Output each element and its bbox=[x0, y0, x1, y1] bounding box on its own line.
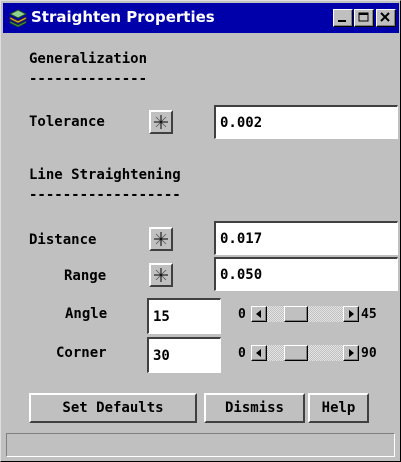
set-defaults-button[interactable]: Set Defaults bbox=[29, 393, 197, 423]
title-bar[interactable]: Straighten Properties bbox=[3, 3, 399, 33]
angle-field[interactable] bbox=[147, 298, 221, 334]
angle-slider-thumb[interactable] bbox=[284, 306, 308, 322]
crosshair-icon bbox=[154, 115, 168, 129]
maximize-icon bbox=[358, 12, 369, 22]
corner-slider-track[interactable] bbox=[267, 345, 343, 361]
corner-min-label: 0 bbox=[238, 346, 246, 361]
status-bar bbox=[6, 433, 395, 457]
distance-field[interactable] bbox=[214, 221, 398, 255]
straighten-properties-window: Straighten Properties Generalization ---… bbox=[0, 0, 401, 462]
range-field[interactable] bbox=[214, 257, 398, 291]
range-label: Range bbox=[64, 268, 107, 284]
corner-increase-button[interactable] bbox=[343, 345, 359, 361]
angle-min-label: 0 bbox=[238, 307, 246, 322]
corner-label: Corner bbox=[56, 345, 107, 361]
angle-decrease-button[interactable] bbox=[251, 306, 267, 322]
minimize-button[interactable] bbox=[333, 9, 353, 27]
angle-increase-button[interactable] bbox=[343, 306, 359, 322]
close-button[interactable] bbox=[376, 9, 396, 27]
corner-decrease-button[interactable] bbox=[251, 345, 267, 361]
angle-slider-track[interactable] bbox=[267, 306, 343, 322]
minimize-icon bbox=[338, 20, 346, 22]
right-arrow-icon bbox=[349, 310, 354, 318]
distance-label: Distance bbox=[29, 232, 97, 248]
generalization-divider: -------------- bbox=[29, 71, 148, 87]
tolerance-field[interactable] bbox=[214, 105, 398, 139]
generalization-heading: Generalization bbox=[29, 51, 148, 67]
window-title: Straighten Properties bbox=[31, 8, 215, 26]
stacked-layers-icon bbox=[8, 9, 28, 28]
angle-max-label: 45 bbox=[361, 307, 377, 322]
left-arrow-icon bbox=[256, 349, 261, 357]
range-pick-button[interactable] bbox=[149, 263, 173, 287]
distance-pick-button[interactable] bbox=[149, 227, 173, 251]
left-arrow-icon bbox=[256, 310, 261, 318]
corner-field[interactable] bbox=[147, 337, 221, 373]
close-icon bbox=[380, 12, 390, 22]
crosshair-icon bbox=[154, 232, 168, 246]
corner-slider-thumb[interactable] bbox=[284, 345, 308, 361]
crosshair-icon bbox=[154, 268, 168, 282]
tolerance-pick-button[interactable] bbox=[149, 110, 173, 134]
dismiss-button[interactable]: Dismiss bbox=[204, 393, 305, 423]
angle-label: Angle bbox=[65, 306, 108, 322]
right-arrow-icon bbox=[349, 349, 354, 357]
line-straightening-heading: Line Straightening bbox=[29, 167, 181, 183]
help-button[interactable]: Help bbox=[308, 393, 369, 423]
maximize-button[interactable] bbox=[354, 9, 374, 27]
line-straightening-divider: ------------------ bbox=[29, 187, 181, 203]
corner-max-label: 90 bbox=[361, 346, 377, 361]
tolerance-label: Tolerance bbox=[29, 114, 105, 130]
